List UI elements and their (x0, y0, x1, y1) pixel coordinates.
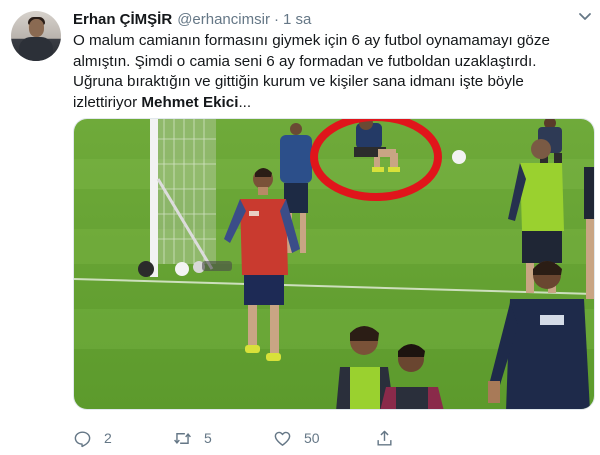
tweet-header: Erhan ÇİMŞİR @erhancimsir · 1 sa (73, 9, 600, 29)
retweet-button[interactable]: 5 (173, 427, 212, 449)
tweet-text-line: izlettiriyor Mehmet Ekici... (73, 93, 583, 114)
mention-link[interactable]: Mehmet Ekici (141, 94, 238, 111)
goal-net (150, 119, 216, 277)
tweet-text-prefix: izlettiriyor (73, 93, 142, 111)
author-handle[interactable]: @erhancimsir (177, 11, 270, 28)
retweet-icon (174, 432, 191, 444)
football-training-photo (74, 119, 594, 409)
reply-icon (74, 430, 91, 447)
tweet-text-line: Uğruna bıraktığın ve gittiğin kurum ve k… (73, 73, 524, 90)
author-avatar[interactable] (11, 11, 61, 61)
avatar-face (29, 19, 44, 37)
tweet-text: O malum camianın formasını giymek için 6… (73, 31, 583, 113)
tweet-timestamp[interactable]: 1 sa (283, 11, 311, 28)
tweet-text-ellipsis: ... (238, 93, 252, 111)
avatar-body (19, 37, 53, 61)
tweet-text-line: O malum camianın formasını giymek için 6… (73, 32, 550, 49)
share-button[interactable] (375, 427, 394, 449)
tweet-text-line: almıştın. Şimdi o camia seni 6 ay formad… (73, 52, 537, 70)
like-count: 50 (304, 430, 320, 446)
tweet-actions: 2 5 50 (73, 427, 543, 449)
tweet-media-photo[interactable] (73, 118, 595, 410)
reply-count: 2 (104, 430, 112, 446)
reply-button[interactable]: 2 (73, 427, 112, 449)
like-button[interactable]: 50 (273, 427, 320, 449)
chevron-down-icon[interactable] (578, 12, 592, 22)
heart-icon (274, 431, 291, 446)
retweet-count: 5 (204, 430, 212, 446)
author-name[interactable]: Erhan ÇİMŞİR (73, 11, 172, 28)
share-icon (377, 430, 392, 446)
ball (452, 150, 466, 164)
separator-dot: · (273, 10, 279, 28)
